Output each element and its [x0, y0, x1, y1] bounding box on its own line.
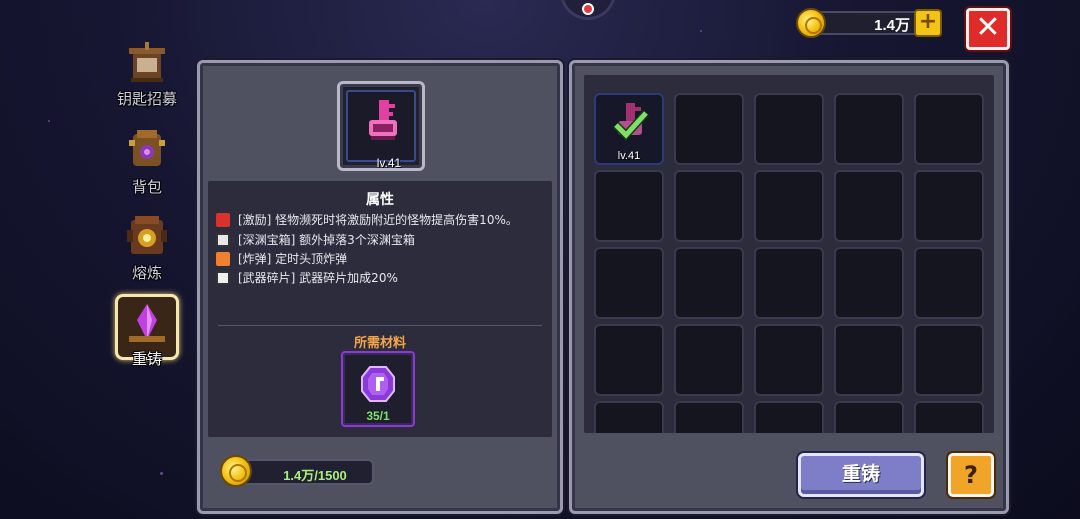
fragment-icon	[216, 271, 230, 285]
smelt-furnace-icon	[127, 216, 167, 254]
inventory-slot[interactable]	[754, 93, 824, 165]
chest-icon	[216, 233, 230, 247]
inventory-slot[interactable]	[594, 247, 664, 319]
inventory-slot[interactable]	[914, 324, 984, 396]
attribute-text: [武器碎片] 武器碎片加成20%	[238, 271, 398, 285]
inventory-slot[interactable]	[674, 401, 744, 433]
reforge-button[interactable]: 重铸	[798, 453, 924, 497]
attribute-line: [激励] 怪物濒死时将激励附近的怪物提高伤害10%。	[216, 211, 518, 228]
inventory-panel: lv.41	[569, 60, 1009, 514]
backpack-icon	[129, 130, 165, 166]
currency-bar-bg	[810, 11, 928, 35]
sidebar-label: 背包	[131, 178, 162, 196]
inventory-slot[interactable]	[834, 324, 904, 396]
add-currency-button[interactable]: +	[914, 9, 942, 37]
inventory-slot[interactable]	[914, 401, 984, 433]
star-decoration	[700, 30, 702, 32]
notification-dot	[582, 3, 594, 15]
inventory-slot[interactable]	[674, 170, 744, 242]
sidebar-label: 钥匙招募	[116, 90, 177, 108]
inventory-slot[interactable]	[834, 247, 904, 319]
item-level: lv.41	[376, 156, 402, 170]
inventory-slot[interactable]	[754, 324, 824, 396]
inventory-slot[interactable]	[594, 401, 664, 433]
gold-coin-icon	[220, 455, 252, 487]
sidebar-label: 重铸	[131, 350, 162, 368]
currency-amount: 1.4万	[874, 17, 910, 34]
pink-key-icon	[369, 100, 397, 140]
currency-bar: 1.4万 +	[796, 8, 944, 38]
inventory-grid: lv.41	[584, 75, 994, 433]
cost-text: 1.4万/1500	[283, 468, 347, 483]
star-decoration	[48, 120, 50, 122]
inventory-slot[interactable]	[754, 170, 824, 242]
inventory-slot[interactable]	[914, 170, 984, 242]
item-detail-panel: lv.41 属性 [激励] 怪物濒死时将激励附近的怪物提高伤害10%。 [深渊宝…	[197, 60, 563, 514]
purple-gem-icon	[361, 366, 395, 402]
divider	[218, 325, 542, 326]
gold-coin-icon	[796, 8, 826, 38]
cost-bar: 1.4万/1500	[220, 455, 376, 489]
inventory-slot[interactable]	[914, 247, 984, 319]
sidebar-label: 熔炼	[131, 264, 162, 282]
inventory-slot[interactable]	[914, 93, 984, 165]
inventory-slot[interactable]	[754, 401, 824, 433]
monster-face-icon	[216, 213, 230, 227]
key-recruit-icon	[129, 42, 165, 82]
star-decoration	[160, 472, 163, 475]
sidebar-item-key-recruit[interactable]: 钥匙招募	[110, 38, 184, 118]
reforge-crystal-icon	[129, 304, 165, 342]
inventory-slot[interactable]	[834, 401, 904, 433]
attributes-title: 属性	[366, 192, 394, 208]
inventory-slot[interactable]	[594, 170, 664, 242]
help-button[interactable]: ?	[948, 453, 994, 497]
attribute-line: [深渊宝箱] 额外掉落3个深渊宝箱	[216, 231, 415, 248]
material-count: 35/1	[366, 409, 390, 423]
inventory-slot[interactable]	[674, 93, 744, 165]
required-materials-title: 所需材料	[353, 336, 406, 351]
attribute-line: [炸弹] 定时头顶炸弹	[216, 250, 347, 267]
attribute-text: [激励] 怪物濒死时将激励附近的怪物提高伤害10%。	[238, 213, 518, 227]
inventory-slot[interactable]	[754, 247, 824, 319]
item-slot-inner: lv.41	[346, 90, 416, 170]
sidebar-item-smelt[interactable]: 熔炼	[110, 212, 184, 292]
inventory-slot[interactable]	[594, 324, 664, 396]
top-orb	[560, 0, 616, 20]
inventory-slot[interactable]	[834, 170, 904, 242]
pink-key-checked-icon	[613, 103, 649, 141]
attribute-line: [武器碎片] 武器碎片加成20%	[216, 269, 398, 286]
slot-level: lv.41	[617, 150, 641, 162]
inventory-slot[interactable]: lv.41	[594, 93, 664, 165]
bomb-fire-icon	[216, 252, 230, 266]
sidebar-item-reforge[interactable]: 重铸	[110, 294, 184, 376]
material-slot[interactable]: 35/1	[341, 351, 415, 427]
inventory-slot[interactable]	[674, 324, 744, 396]
attribute-text: [炸弹] 定时头顶炸弹	[238, 252, 348, 266]
attribute-text: [深渊宝箱] 额外掉落3个深渊宝箱	[238, 233, 415, 247]
sidebar-item-backpack[interactable]: 背包	[110, 126, 184, 206]
selected-item-slot[interactable]: lv.41	[337, 81, 425, 171]
inventory-slot[interactable]	[834, 93, 904, 165]
attributes-box: 属性 [激励] 怪物濒死时将激励附近的怪物提高伤害10%。 [深渊宝箱] 额外掉…	[208, 181, 552, 437]
inventory-slot[interactable]	[674, 247, 744, 319]
close-button[interactable]: ✕	[966, 8, 1010, 50]
